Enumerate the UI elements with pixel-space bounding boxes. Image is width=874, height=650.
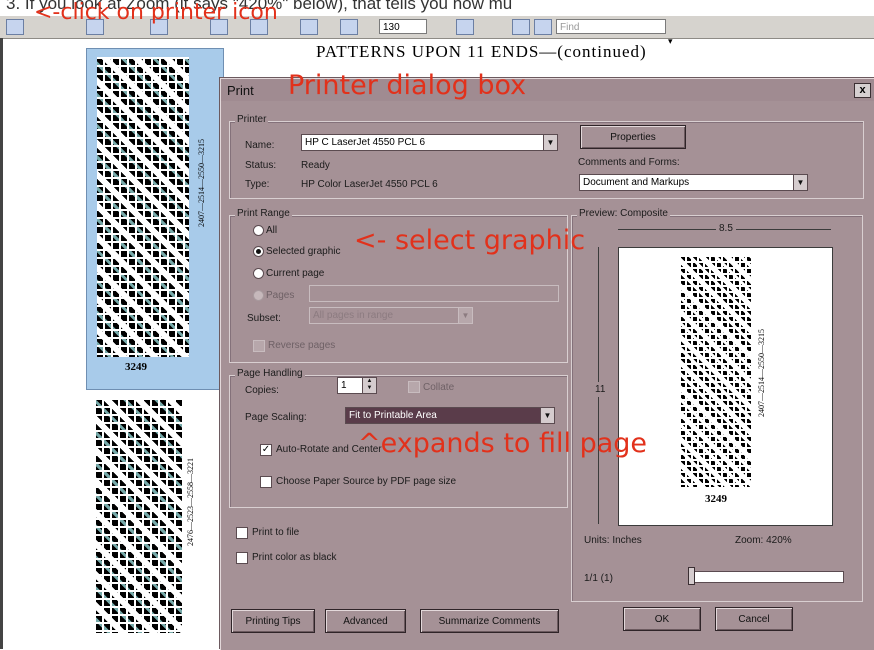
print-color-black-label: Print color as black [252,552,337,563]
radio-current-page[interactable] [253,268,264,279]
radio-all-label: All [266,225,278,236]
close-button[interactable]: x [854,83,871,98]
zoom-out-icon[interactable] [340,19,358,35]
copies-stepper[interactable]: 1 ▲ ▼ [337,377,377,394]
copies-label: Copies: [245,385,279,396]
subset-value: All pages in range [313,310,394,321]
summarize-comments-button[interactable]: Summarize Comments [420,609,559,633]
radio-selected-graphic[interactable] [253,246,264,257]
print-color-black-checkbox[interactable] [236,552,248,564]
radio-current-page-label: Current page [266,268,325,279]
collate-label: Collate [423,382,455,393]
preview-page-slider[interactable] [688,571,844,583]
pages-input[interactable] [309,285,559,302]
annotation-printer-icon: <-click on printer icon [34,0,278,25]
reverse-pages-label: Reverse pages [268,340,336,351]
page-count-label: 1/1 (1) [584,573,613,584]
chevron-down-icon[interactable]: ▼ [793,175,807,190]
fit-page-icon[interactable] [534,19,552,35]
pattern-sideline-text: 2476—2523—2558—3221 [186,458,195,546]
units-label: Units: Inches [584,535,642,546]
annotation-select-graphic: <- select graphic [354,225,586,256]
slider-thumb[interactable] [688,567,695,585]
radio-all[interactable] [253,225,264,236]
preview-sideline-text: 2407—2514—2550—3215 [757,329,766,417]
comments-forms-label: Comments and Forms: [578,157,680,168]
preview-height-label: 11 [595,382,606,397]
save-icon[interactable] [512,19,530,35]
document-title: PATTERNS UPON 11 ENDS—(continued) [316,42,647,61]
page-scaling-value: Fit to Printable Area [349,410,437,421]
page-handling-label: Page Handling [235,368,305,379]
ok-button[interactable]: OK [623,607,701,631]
printer-name-label: Name: [245,140,275,151]
printing-tips-button[interactable]: Printing Tips [231,609,315,633]
properties-button[interactable]: Properties [580,125,686,149]
page-scaling-label: Page Scaling: [245,412,307,423]
zoom-label: Zoom: 420% [735,535,792,546]
dialog-title: Print [227,83,254,98]
comments-forms-value: Document and Markups [583,177,690,188]
page-scaling-select[interactable]: Fit to Printable Area ▼ [345,407,555,424]
type-label: Type: [245,179,270,190]
radio-pages-label: Pages [266,290,295,301]
type-value: HP Color LaserJet 4550 PCL 6 [301,179,438,190]
chevron-down-icon[interactable]: ▼ [540,408,554,423]
pattern-sideline-text: 2407—2514—2550—3215 [197,139,206,227]
preview-group-label: Preview: Composite [577,208,670,219]
pattern-two: 2476—2523—2558—3221 [96,398,216,638]
print-to-file-label: Print to file [252,527,300,538]
zoom-input[interactable]: 130 [379,19,427,34]
preview-width-label: 8.5 [716,223,736,234]
weave-pattern-image [97,57,189,357]
weave-pattern-image [96,398,182,633]
find-dropdown-icon[interactable]: ▾ [668,36,673,47]
radio-pages[interactable] [253,290,264,301]
printer-group-label: Printer [235,114,269,125]
collate-checkbox[interactable] [408,381,420,393]
annotation-expands: ^expands to fill page [358,428,648,459]
printer-name-select[interactable]: HP C LaserJet 4550 PCL 6 ▼ [301,134,558,151]
selected-graphic-pattern[interactable]: 2407—2514—2550—3215 3249 [86,48,224,390]
zoom-in-icon[interactable] [456,19,474,35]
pattern-caption: 3249 [125,361,147,373]
status-label: Status: [245,160,277,171]
print-range-label: Print Range [235,208,292,219]
print-dialog: Print x Printer Name: HP C LaserJet 4550… [220,78,874,650]
status-value: Ready [301,160,330,171]
subset-select[interactable]: All pages in range ▼ [309,307,473,324]
paper-source-label: Choose Paper Source by PDF page size [276,476,457,487]
printer-name-value: HP C LaserJet 4550 PCL 6 [305,137,426,148]
advanced-button[interactable]: Advanced [325,609,406,633]
subset-label: Subset: [247,313,281,324]
auto-rotate-checkbox[interactable]: ✓ [260,444,272,456]
preview-caption: 3249 [705,493,727,505]
comments-forms-select[interactable]: Document and Markups ▼ [579,174,808,191]
snapshot-icon[interactable] [300,19,318,35]
print-to-file-checkbox[interactable] [236,527,248,539]
annotation-dialog-box: Printer dialog box [288,70,527,101]
preview-weave-pattern [681,255,752,487]
spinner-arrows-icon[interactable]: ▲ ▼ [362,378,376,393]
copies-value: 1 [341,380,347,391]
printer-icon[interactable] [6,19,24,35]
paper-source-checkbox[interactable] [260,476,272,488]
reverse-pages-checkbox[interactable] [253,340,265,352]
cancel-button[interactable]: Cancel [715,607,793,631]
window-edge [0,38,3,649]
chevron-down-icon[interactable]: ▼ [458,308,472,323]
radio-selected-graphic-label: Selected graphic [266,246,341,257]
chevron-down-icon[interactable]: ▼ [543,135,557,150]
find-input[interactable]: Find [556,19,666,34]
